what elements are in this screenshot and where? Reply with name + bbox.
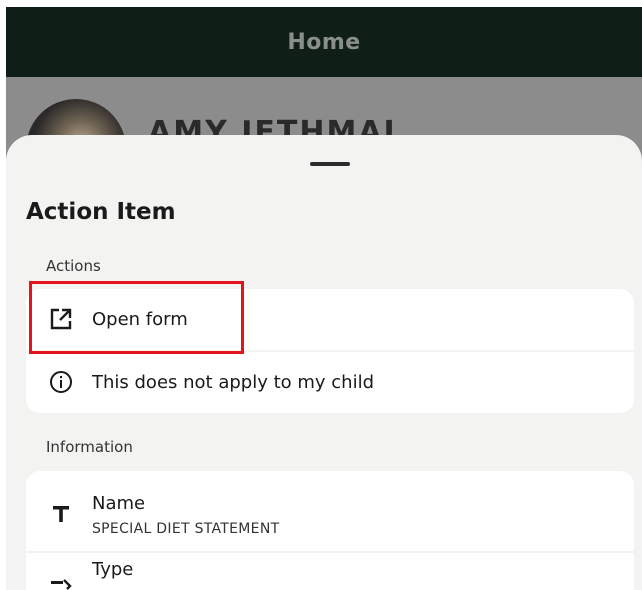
actions-card: Open form This does not apply to my chil…: [26, 289, 634, 413]
action-item-sheet: Action Item Actions Open form This does …: [6, 135, 642, 590]
info-name-value: SPECIAL DIET STATEMENT: [92, 521, 280, 537]
screen: Home AMY JETHMAI Action Item Actions Ope…: [0, 0, 642, 590]
drag-handle[interactable]: [310, 162, 350, 166]
type-icon: [48, 575, 74, 590]
info-icon: [48, 369, 74, 395]
sheet-title: Action Item: [26, 199, 176, 225]
not-applicable-label: This does not apply to my child: [92, 372, 375, 393]
app-bar: Home: [6, 7, 642, 77]
open-in-new-icon: [48, 306, 74, 332]
open-form-label: Open form: [92, 309, 188, 330]
text-icon: [48, 501, 74, 527]
not-applicable-button[interactable]: This does not apply to my child: [26, 352, 634, 413]
info-row-name: Name SPECIAL DIET STATEMENT: [26, 471, 634, 551]
information-card: Name SPECIAL DIET STATEMENT Type: [26, 471, 634, 590]
info-row-type: Type: [26, 553, 634, 590]
actions-section-label: Actions: [46, 257, 101, 275]
open-form-button[interactable]: Open form: [26, 289, 634, 350]
app-bar-title: Home: [287, 29, 361, 55]
info-name-title: Name: [92, 493, 146, 514]
info-type-title: Type: [92, 559, 134, 580]
information-section-label: Information: [46, 438, 133, 456]
